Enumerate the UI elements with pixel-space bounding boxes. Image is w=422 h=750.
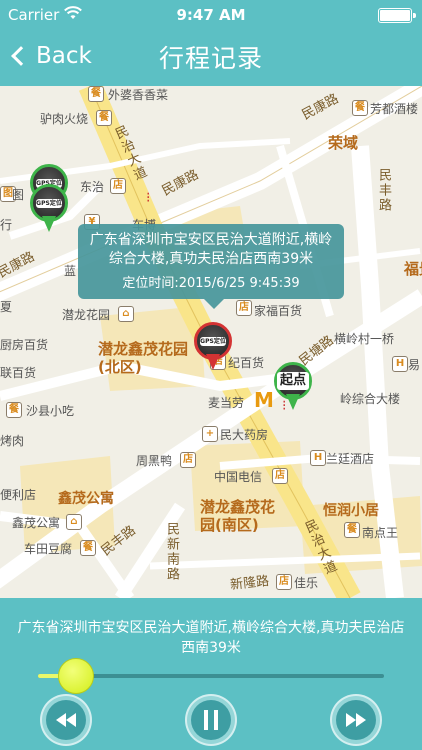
pause-button[interactable] [185,694,237,746]
restaurant-icon: 餐 [80,540,96,556]
poi-label-dianxin: 中国电信 [214,470,263,484]
restaurant-icon: 餐 [352,100,368,116]
mcdonalds-icon: M [254,388,274,412]
road-label-minxin: 民新南路 [164,522,179,582]
poi-label-qianlong-garden: 潜龙花园 [62,308,111,322]
poi-label-jiyi: 纪百货 [228,356,265,370]
poi-label-nandian: 南点王 [362,526,399,540]
progress-slider[interactable] [38,658,384,694]
rewind-icon [56,713,76,727]
hotel-icon: H [392,356,408,372]
poi-label-chufang: 厨房百货 [0,338,49,352]
pause-icon [204,710,218,730]
page-title: 行程记录 [158,44,263,73]
gps-marker-label: GPS定位 [36,198,62,208]
poi-label-dongzhi: 东治 [80,180,105,194]
restaurant-icon: 餐 [6,402,22,418]
poi-label-lianyi: 联百货 [0,366,37,380]
poi-label-zhouhei: 周黑鸭 [136,454,173,468]
pharmacy-icon: + [202,426,218,442]
poi-label-tu: 图 [12,188,25,202]
poi-label-waipo: 外婆香香菜 [108,88,169,102]
map-view[interactable]: 荣域 福景 潜龙鑫茂花园(北区) 潜龙鑫茂花园(南区) 鑫茂公寓 恒润小居 民康… [0,86,422,598]
store-icon: 店 [276,574,292,590]
area-label-rongyu: 荣域 [328,134,359,152]
current-marker-label: GPS定位 [200,336,226,346]
store-icon: 店 [236,300,252,316]
poi-label-chetian: 车田豆腐 [24,542,73,556]
poi-label-jiayuan: 家福百货 [254,304,303,318]
poi-label-xinmao-apt: 鑫茂公寓 [12,516,61,530]
poi-label-hang: 行 [0,218,13,232]
home-icon: ⌂ [66,514,82,530]
start-marker-label: 起点 [277,372,309,390]
poi-label-minda: 民大药房 [220,428,269,442]
store-icon: 店 [180,452,196,468]
fast-forward-icon [346,713,366,727]
store-icon: 店 [110,178,126,194]
poi-label-mcdonalds: 麦当劳 [208,396,245,410]
restaurant-icon: 餐 [344,522,360,538]
road-label-minfeng-top: 民丰路 [376,168,391,213]
area-label-qianlong-south: 潜龙鑫茂花园(南区) [200,498,276,534]
header: Carrier 9:47 AM Back 行程记录 [0,0,422,86]
home-icon: ⌂ [118,306,134,322]
poi-label-lanting: 兰廷酒店 [326,452,375,466]
marker-pin-tail [42,216,56,232]
status-bar: Carrier 9:47 AM [0,0,422,30]
playback-panel: 广东省深圳市宝安区民治大道附近,横岭综合大楼,真功夫民治店西南39米 [0,598,422,750]
area-label-fujin: 福景 [404,260,422,278]
rewind-button[interactable] [40,694,92,746]
area-label-qianlong-north: 潜龙鑫茂花园(北区) [98,340,189,376]
store-icon: 店 [272,468,288,484]
poi-label-hengling-building: 岭综合大楼 [340,392,401,406]
fast-forward-button[interactable] [330,694,382,746]
popup-time: 定位时间:2015/6/25 9:45:39 [122,276,300,291]
hotel-icon: H [310,450,326,466]
location-popup[interactable]: 广东省深圳市宝安区民治大道附近,横岭综合大楼,真功夫民治店西南39米 定位时间:… [78,224,344,309]
popup-address: 广东省深圳市宝安区民治大道附近,横岭综合大楼,真功夫民治店西南39米 [89,232,333,267]
poi-label-fangdu: 芳都酒楼 [370,102,419,116]
status-time: 9:47 AM [176,6,246,24]
road-label-xinlong: 新隆路 [229,573,270,593]
battery-icon [378,8,416,23]
start-marker[interactable]: 起点 [274,362,312,412]
current-address: 广东省深圳市宝安区民治大道附近,横岭综合大楼,真功夫民治店西南39米 [17,620,405,656]
poi-label-liberty: 佳乐 [294,576,319,590]
marker-pin-tail [206,354,220,370]
poi-label-hengling-bridge: 横岭村一桥 [334,332,395,346]
traffic-light-icon: ⁝ [146,190,151,206]
current-position-marker[interactable]: GPS定位 [194,322,232,372]
area-label-xinmao: 鑫茂公寓 [58,491,114,507]
history-marker[interactable]: GPS定位 [30,184,68,234]
poi-label-shaxian: 沙县小吃 [26,404,75,418]
area-label-hengrun: 恒润小居 [323,503,379,519]
restaurant-icon: 餐 [96,110,112,126]
slider-thumb[interactable] [58,658,95,694]
poi-label-lan: 蓝 [64,264,77,278]
poi-label-lvrou: 驴肉火烧 [40,112,89,126]
restaurant-icon: 餐 [88,86,104,102]
poi-label-yi: 易 [408,358,421,372]
poi-label-xia: 夏 [0,300,13,314]
poi-label-kaorou: 烤肉 [0,434,25,448]
marker-pin-tail [286,394,300,410]
poi-label-bianlidian: 便利店 [0,488,37,502]
